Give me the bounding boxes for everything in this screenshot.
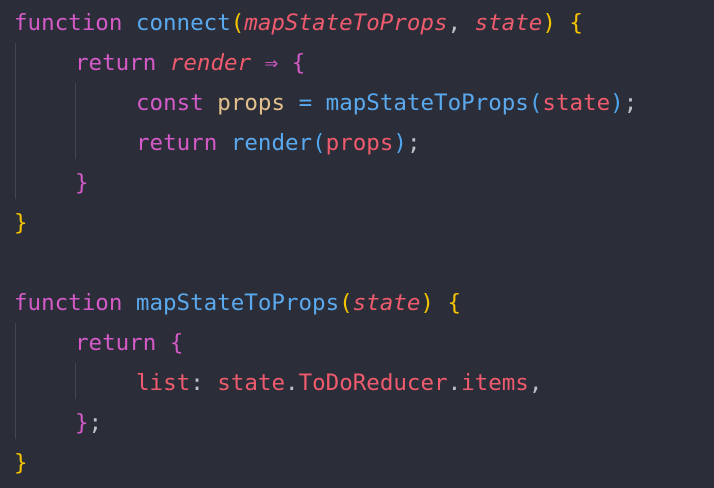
- code-editor[interactable]: function connect(mapStateToProps, state)…: [0, 0, 714, 488]
- code-token: mapStateToProps: [325, 90, 529, 116]
- code-line[interactable]: function mapStateToProps(state) {: [14, 283, 461, 323]
- code-line[interactable]: }: [14, 443, 28, 483]
- indent-guide: [75, 83, 76, 159]
- code-token: ,: [447, 10, 475, 36]
- code-line[interactable]: list: state.ToDoReducer.items,: [136, 363, 542, 403]
- code-token: ;: [88, 410, 103, 436]
- code-token: .: [447, 370, 462, 396]
- code-line[interactable]: function connect(mapStateToProps, state)…: [14, 3, 583, 43]
- code-token: (: [528, 90, 543, 116]
- code-token: =: [298, 90, 313, 116]
- code-token: state: [474, 10, 543, 36]
- code-token: return: [75, 50, 157, 76]
- code-line[interactable]: return render ⇒ {: [75, 43, 305, 83]
- code-token: ): [393, 130, 407, 156]
- code-token: }: [75, 410, 89, 436]
- code-token: list: [136, 370, 191, 396]
- code-token: ;: [406, 130, 421, 156]
- code-token: ): [610, 90, 624, 116]
- code-token: (: [312, 130, 326, 156]
- code-token: }: [75, 170, 89, 196]
- code-token: ,: [528, 370, 543, 396]
- code-token: }: [14, 450, 28, 476]
- code-line[interactable]: };: [75, 403, 102, 443]
- indent-guide: [75, 363, 76, 399]
- code-token: connect: [135, 10, 231, 36]
- code-token: {: [169, 330, 184, 356]
- code-token: state: [217, 370, 286, 396]
- code-token: function: [14, 10, 123, 36]
- indent-guide: [15, 323, 16, 439]
- code-token: return: [75, 330, 157, 356]
- code-token: :: [190, 370, 218, 396]
- code-token: mapStateToProps: [244, 10, 448, 36]
- code-token: mapStateToProps: [135, 290, 340, 316]
- code-token: {: [569, 10, 583, 36]
- code-token: {: [291, 50, 306, 76]
- code-token: props: [217, 90, 286, 116]
- code-token: render: [169, 50, 252, 76]
- code-token: state: [542, 90, 611, 116]
- code-token: ToDoReducer: [298, 370, 448, 396]
- code-token: (: [230, 10, 245, 36]
- code-token: ;: [623, 90, 638, 116]
- code-token: ): [542, 10, 556, 36]
- code-token: (: [339, 290, 353, 316]
- code-line[interactable]: return {: [75, 323, 183, 363]
- code-token: .: [285, 370, 299, 396]
- code-line[interactable]: }: [75, 163, 89, 203]
- code-token: const: [136, 90, 204, 116]
- code-token: ⇒: [264, 50, 279, 76]
- code-token: }: [14, 210, 28, 236]
- code-token: {: [447, 290, 462, 316]
- code-token: ): [420, 290, 434, 316]
- code-token: return: [136, 130, 218, 156]
- code-token: state: [352, 290, 421, 316]
- code-line[interactable]: }: [14, 203, 28, 243]
- code-token: items: [461, 370, 529, 396]
- code-token: props: [325, 130, 394, 156]
- code-token: function: [14, 290, 123, 316]
- code-line[interactable]: const props = mapStateToProps(state);: [136, 83, 637, 123]
- indent-guide: [15, 43, 16, 199]
- code-token: render: [230, 130, 313, 156]
- code-line[interactable]: return render(props);: [136, 123, 420, 163]
